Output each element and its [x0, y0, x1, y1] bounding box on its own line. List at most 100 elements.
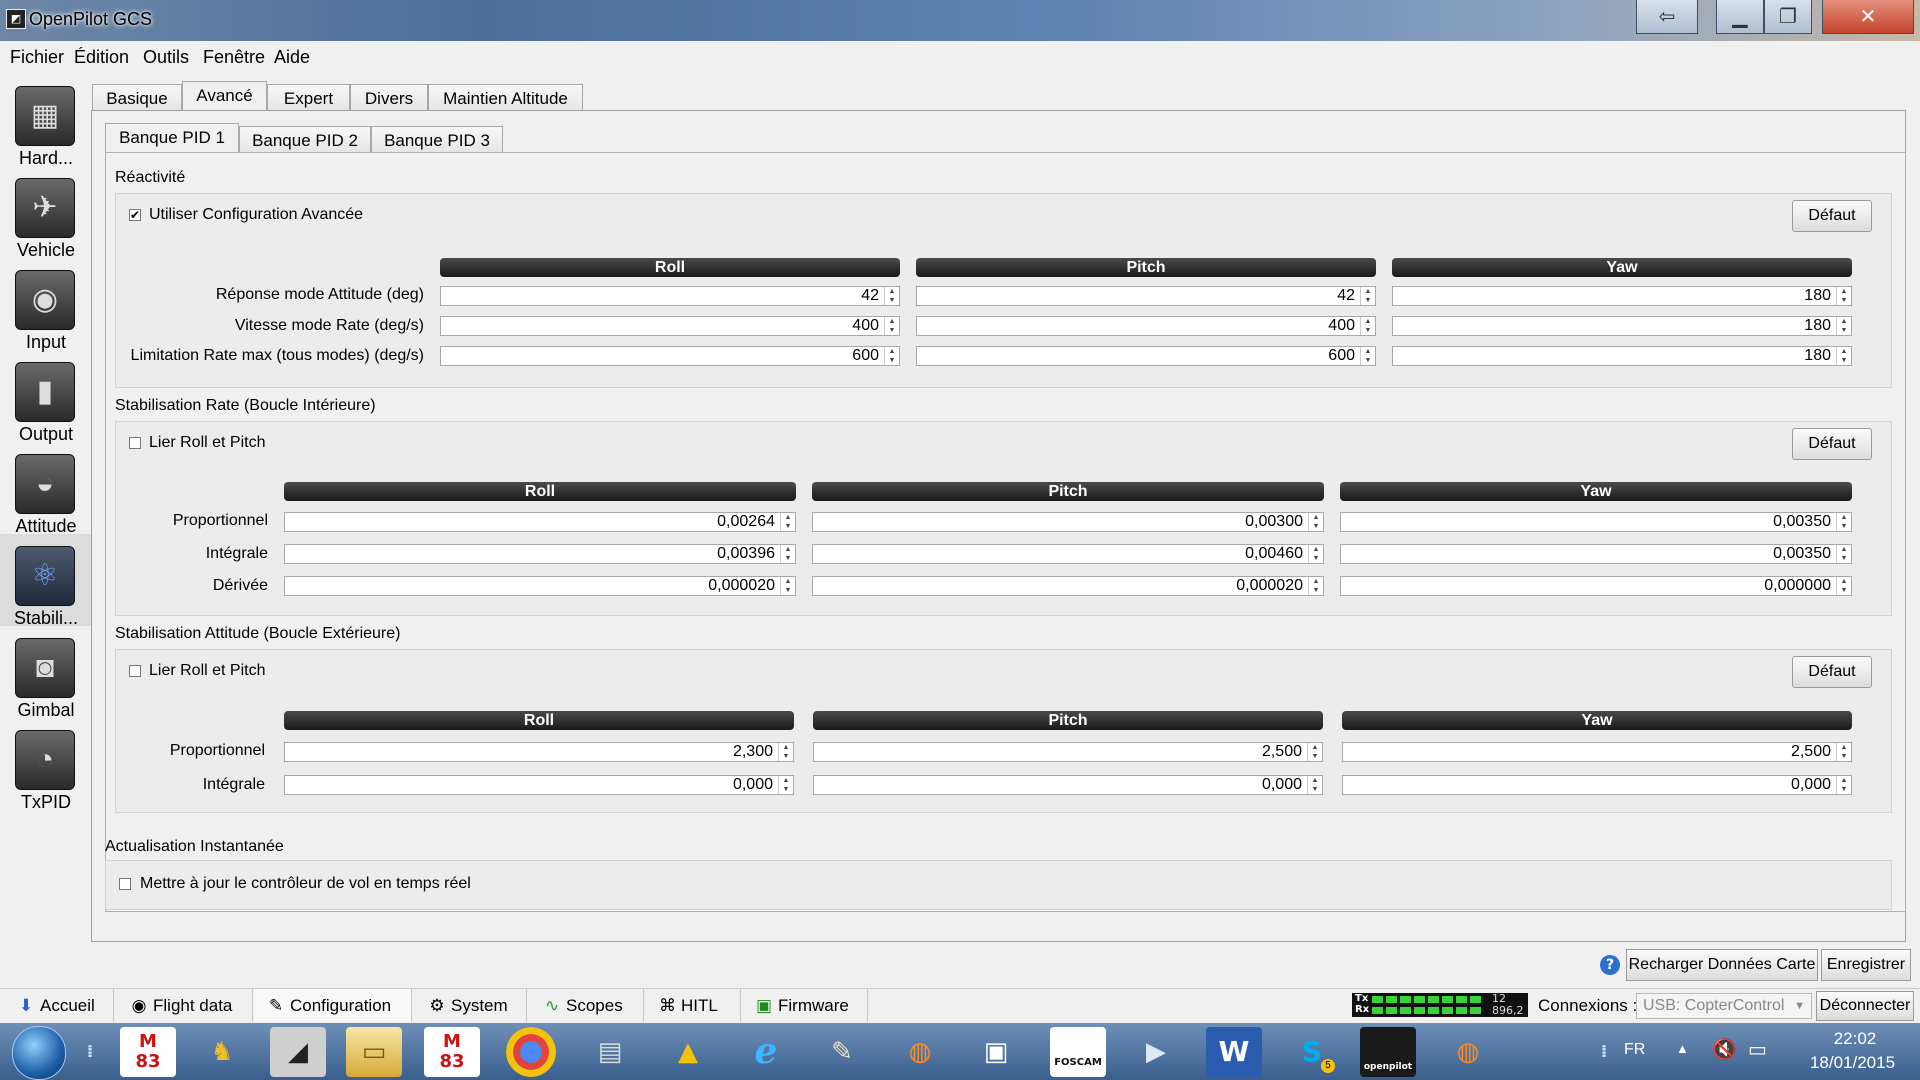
rate-p-pitch-input[interactable]: 0,00300 ▲ ▼	[812, 512, 1324, 532]
clock-date[interactable]: 18/01/2015	[1795, 1053, 1910, 1073]
clock-time[interactable]: 22:02	[1810, 1029, 1900, 1049]
help-icon[interactable]: ?	[1600, 955, 1620, 975]
rate-speed-pitch-input[interactable]: 400 ▲ ▼	[916, 316, 1376, 336]
mode-accueil[interactable]: ⬇ Accueil	[0, 989, 114, 1022]
realtime-update-checkbox[interactable]	[119, 878, 131, 890]
mode-system[interactable]: ⚙ System	[413, 989, 527, 1022]
rate-loop-default-button[interactable]: Défaut	[1792, 428, 1872, 460]
tab-avance[interactable]: Avancé	[182, 81, 267, 112]
menu-outils[interactable]: Outils	[143, 47, 189, 68]
max-rate-roll-input[interactable]: 600 ▲ ▼	[440, 346, 900, 366]
attitude-p-roll-input[interactable]: 2,300 ▲ ▼	[284, 742, 794, 762]
sidebar-item-output[interactable]: ▮ Output	[0, 350, 92, 444]
chrome-icon[interactable]	[506, 1027, 556, 1077]
sidebar-item-vehicle[interactable]: ✈ Vehicle	[0, 166, 92, 260]
reload-board-data-button[interactable]: Recharger Données Carte	[1626, 949, 1818, 981]
foscam-icon[interactable]: FOSCAM	[1050, 1027, 1106, 1077]
connection-select[interactable]: USB: CopterControl ▼	[1636, 993, 1812, 1019]
figure-app-icon[interactable]: ♞	[194, 1027, 250, 1077]
sidebar-item-hardware[interactable]: ▦ Hard...	[0, 74, 92, 168]
rate-d-yaw-input[interactable]: 0,000000 ▲ ▼	[1340, 576, 1852, 596]
window-title: OpenPilot GCS	[29, 9, 153, 29]
rate-i-yaw-input[interactable]: 0,00350 ▲ ▼	[1340, 544, 1852, 564]
attitude-response-yaw-input[interactable]: 180 ▲ ▼	[1392, 286, 1852, 306]
presentation-icon[interactable]: ▣	[968, 1027, 1024, 1077]
attitude-response-roll-input[interactable]: 42 ▲ ▼	[440, 286, 900, 306]
tab-expert[interactable]: Expert	[267, 84, 350, 112]
m83-window-icon[interactable]: M 83	[424, 1027, 480, 1077]
firefox-icon[interactable]: ◍	[892, 1027, 948, 1077]
openpilot-app-icon[interactable]: ◩	[6, 9, 26, 29]
attitude-p-yaw-input[interactable]: 2,500 ▲ ▼	[1342, 742, 1852, 762]
advanced-config-checkbox[interactable]: ✔	[129, 209, 141, 221]
language-indicator[interactable]: FR	[1624, 1041, 1645, 1059]
attitude-response-pitch-input[interactable]: 42 ▲ ▼	[916, 286, 1376, 306]
show-hidden-icons-icon[interactable]: ▲	[1676, 1041, 1689, 1056]
rate-speed-yaw-input[interactable]: 180 ▲ ▼	[1392, 316, 1852, 336]
sidebar-item-attitude[interactable]: ◒ Attitude	[0, 442, 92, 536]
mode-configuration[interactable]: ✎ Configuration	[254, 989, 412, 1022]
tab-banque-pid-1[interactable]: Banque PID 1	[105, 123, 239, 154]
tab-divers[interactable]: Divers	[350, 84, 428, 112]
rate-p-yaw-input[interactable]: 0,00350 ▲ ▼	[1340, 512, 1852, 532]
rate-d-pitch-input[interactable]: 0,000020 ▲ ▼	[812, 576, 1324, 596]
menu-edition[interactable]: Édition	[74, 47, 129, 68]
back-button[interactable]: ⇦	[1636, 0, 1698, 34]
attitude-i-pitch-input[interactable]: 0,000 ▲ ▼	[813, 775, 1323, 795]
paint-icon[interactable]: ✎	[814, 1027, 870, 1077]
maximize-button[interactable]: ❐	[1764, 0, 1812, 34]
attitude-row-label-integral: Intégrale	[202, 776, 265, 793]
mode-firmware[interactable]: ▣ Firmware	[742, 989, 868, 1022]
menu-fichier[interactable]: Fichier	[10, 47, 64, 68]
windows-start-icon[interactable]	[12, 1026, 66, 1080]
rate-p-roll-input[interactable]: 0,00264 ▲ ▼	[284, 512, 796, 532]
tab-basique[interactable]: Basique	[92, 84, 182, 112]
tab-banque-pid-3[interactable]: Banque PID 3	[371, 126, 503, 154]
rate-i-roll-input[interactable]: 0,00396 ▲ ▼	[284, 544, 796, 564]
tab-maintien-altitude[interactable]: Maintien Altitude	[428, 84, 583, 112]
attitude-loop-default-button[interactable]: Défaut	[1792, 656, 1872, 688]
cad-app-icon[interactable]: ◢	[270, 1027, 326, 1077]
max-rate-pitch-input[interactable]: 600 ▲ ▼	[916, 346, 1376, 366]
chevron-down-icon: ▼	[1794, 1000, 1805, 1012]
menu-aide[interactable]: Aide	[274, 47, 310, 68]
rate-loop-title: Stabilisation Rate (Boucle Intérieure)	[115, 397, 376, 414]
firefox-window-icon[interactable]: ◍	[1440, 1027, 1496, 1077]
google-drive-icon[interactable]: ▲	[660, 1027, 716, 1077]
mode-scopes[interactable]: ∿ Scopes	[528, 989, 644, 1022]
network-icon[interactable]: ▭	[1748, 1037, 1767, 1062]
attitude-i-yaw-input[interactable]: 0,000 ▲ ▼	[1342, 775, 1852, 795]
m83-app-icon[interactable]: M 83	[120, 1027, 176, 1077]
sidebar-item-stabilization[interactable]: ⚛ Stabili...	[0, 534, 92, 628]
rate-i-pitch-input[interactable]: 0,00460 ▲ ▼	[812, 544, 1324, 564]
grip-right-icon: ⁞	[1600, 1041, 1608, 1062]
attitude-p-pitch-input[interactable]: 2,500 ▲ ▼	[813, 742, 1323, 762]
menu-fenetre[interactable]: Fenêtre	[203, 47, 265, 68]
max-rate-yaw-input[interactable]: 180 ▲ ▼	[1392, 346, 1852, 366]
mode-hitl[interactable]: ⌘ HITL	[645, 989, 741, 1022]
media-player-icon[interactable]: ▶	[1128, 1027, 1184, 1077]
reactivity-default-button[interactable]: Défaut	[1792, 200, 1872, 232]
minimize-button[interactable]: ▁	[1716, 0, 1764, 34]
volume-muted-icon[interactable]: 🔇	[1712, 1037, 1737, 1062]
sidebar-item-input[interactable]: ◉ Input	[0, 258, 92, 352]
calculator-icon[interactable]: ▤	[582, 1027, 638, 1077]
close-button[interactable]: ✕	[1822, 0, 1914, 34]
folder-icon[interactable]: ▭	[346, 1027, 402, 1077]
rate-speed-roll-input[interactable]: 400 ▲ ▼	[440, 316, 900, 336]
internet-explorer-icon[interactable]: ℯ	[738, 1027, 794, 1077]
tab-banque-pid-2[interactable]: Banque PID 2	[239, 126, 371, 154]
rate-link-roll-pitch-checkbox[interactable]	[129, 437, 141, 449]
disconnect-button[interactable]: Déconnecter	[1816, 991, 1914, 1021]
attitude-link-roll-pitch-checkbox[interactable]	[129, 665, 141, 677]
rate-d-roll-input[interactable]: 0,000020 ▲ ▼	[284, 576, 796, 596]
sidebar-item-gimbal[interactable]: ◙ Gimbal	[0, 626, 92, 720]
openpilot-taskbar-icon[interactable]: openpilot	[1360, 1027, 1416, 1077]
transmitter-icon: ◉	[15, 270, 75, 330]
save-button[interactable]: Enregistrer	[1821, 949, 1911, 981]
mode-flight-data[interactable]: ◉ Flight data	[115, 989, 253, 1022]
word-icon[interactable]: W	[1206, 1027, 1262, 1077]
gauge-icon: ◔	[15, 730, 75, 790]
attitude-i-roll-input[interactable]: 0,000 ▲ ▼	[284, 775, 794, 795]
sidebar-item-txpid[interactable]: ◔ TxPID	[0, 718, 92, 812]
